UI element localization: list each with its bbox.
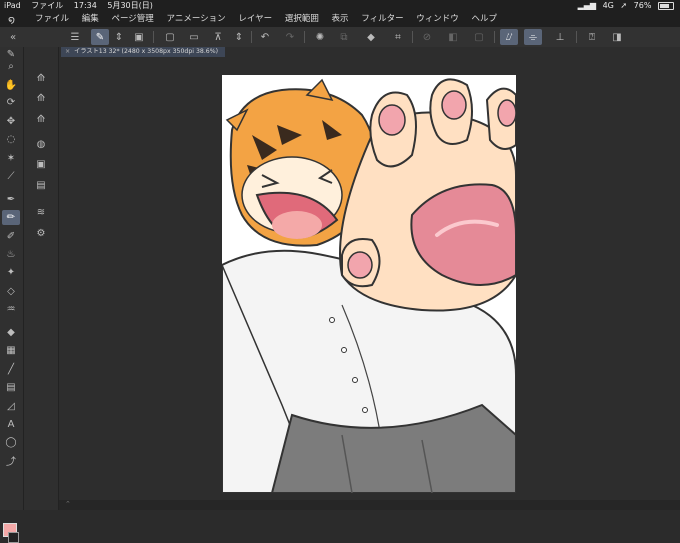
fill-bucket-icon[interactable]: ◆ bbox=[362, 29, 380, 45]
sub-tool-palette: ⟰ ⟰ ⟰ ◍ ▣ ▤ ≋ ⚙ bbox=[24, 47, 59, 510]
help-icon[interactable]: ⍰ bbox=[583, 29, 601, 45]
pen-icon[interactable]: ✒ bbox=[2, 192, 20, 207]
text-icon[interactable]: A bbox=[2, 417, 20, 432]
updown-icon[interactable]: ⇕ bbox=[110, 29, 128, 45]
tool-palette: ✎ ⌕ ✋ ⟳ ✥ ◌ ✶ ⟋ ✒ ✏ ✐ ♨ ✦ ◇ ♒ ◆ ▦ ╱ ▤ ◿ … bbox=[0, 47, 24, 543]
menu-view[interactable]: 表示 bbox=[332, 14, 349, 24]
edit-mode-icon[interactable]: ✎ bbox=[91, 29, 109, 45]
magic-wand-icon[interactable]: ✶ bbox=[2, 151, 20, 166]
redo-icon[interactable]: ↷ bbox=[281, 29, 299, 45]
layers-icon[interactable]: ≋ bbox=[32, 205, 50, 220]
gradient-icon[interactable]: ▦ bbox=[2, 343, 20, 358]
status-time: 17:34 bbox=[73, 1, 97, 10]
fill-icon[interactable]: ◆ bbox=[2, 325, 20, 340]
selection-border-icon[interactable]: ▢ bbox=[470, 29, 488, 45]
sub-pen-2-icon[interactable]: ⟰ bbox=[32, 91, 50, 106]
menu-filter[interactable]: フィルター bbox=[361, 14, 403, 24]
undo-icon[interactable]: ↶ bbox=[256, 29, 274, 45]
brush-icon[interactable]: ✐ bbox=[2, 229, 20, 244]
illustration bbox=[222, 78, 516, 493]
close-icon[interactable]: × bbox=[65, 48, 70, 55]
collapse-icon[interactable]: « bbox=[4, 29, 22, 45]
app-logo-icon[interactable]: ໑ bbox=[8, 12, 15, 27]
zoom-icon[interactable]: ⌕ bbox=[2, 59, 20, 74]
menu-window[interactable]: ウィンドウ bbox=[416, 14, 459, 24]
blend-icon[interactable]: ♒ bbox=[2, 302, 20, 317]
command-bar: « ☰ ✎ ⇕ ▣ ▢ ▭ ⊼ ⇕ ↶ ↷ ✺ ⧉ ◆ ⌗ ⊘ ◧ ▢ ⌰ ⌯ … bbox=[0, 27, 680, 48]
settings-icon[interactable]: ◨ bbox=[608, 29, 626, 45]
menu-bar: ໑ ファイル 編集 ページ管理 アニメーション レイヤー 選択範囲 表示 フィル… bbox=[0, 12, 680, 27]
copy-icon[interactable]: ⧉ bbox=[335, 29, 353, 45]
status-date: 5月30日(日) bbox=[107, 1, 153, 10]
fit-icon[interactable]: ▣ bbox=[130, 29, 148, 45]
status-signal: 4G bbox=[602, 1, 614, 10]
status-battery: 76% bbox=[633, 1, 652, 10]
layer-settings-icon[interactable]: ⚙ bbox=[32, 226, 50, 241]
status-app: ファイル bbox=[31, 1, 64, 10]
snap-ruler-icon[interactable]: ⌰ bbox=[500, 29, 518, 45]
document-tab-label: イラスト13 32* (2480 x 3508px 350dpi 38.6%) bbox=[74, 48, 219, 55]
sub-color-swatch[interactable] bbox=[8, 532, 19, 543]
save-icon[interactable]: ⊼ bbox=[209, 29, 227, 45]
menu-page[interactable]: ページ管理 bbox=[111, 14, 153, 24]
menu-file[interactable]: ファイル bbox=[35, 14, 69, 24]
eraser-icon[interactable]: ◇ bbox=[2, 284, 20, 299]
snap-grid-icon[interactable]: ⊥ bbox=[551, 29, 569, 45]
menu-layer[interactable]: レイヤー bbox=[238, 14, 272, 24]
sub-pen-6-icon[interactable]: ▤ bbox=[32, 178, 50, 193]
line-icon[interactable]: ╱ bbox=[2, 362, 20, 377]
ruler-icon[interactable]: ◿ bbox=[2, 399, 20, 414]
open-folder-icon[interactable]: ▭ bbox=[185, 29, 203, 45]
bottom-arrow-icon[interactable]: ⌃ bbox=[65, 500, 71, 508]
correct-line-icon[interactable]: ⤴ bbox=[2, 453, 20, 468]
balloon-icon[interactable]: ◯ bbox=[2, 435, 20, 450]
bottom-strip: ⌃ bbox=[59, 500, 680, 510]
sub-pen-4-icon[interactable]: ◍ bbox=[32, 137, 50, 152]
frame-icon[interactable]: ▤ bbox=[2, 380, 20, 395]
rotate-icon[interactable]: ⟳ bbox=[2, 95, 20, 110]
airbrush-icon[interactable]: ♨ bbox=[2, 247, 20, 262]
menu-icon[interactable]: ☰ bbox=[66, 29, 84, 45]
sub-pen-5-icon[interactable]: ▣ bbox=[32, 157, 50, 172]
updown-icon-2[interactable]: ⇕ bbox=[230, 29, 248, 45]
signal-icon: ▂▄▆ bbox=[577, 1, 597, 10]
move-icon[interactable]: ✥ bbox=[2, 114, 20, 129]
deselect-icon[interactable]: ⊘ bbox=[418, 29, 436, 45]
menu-selection[interactable]: 選択範囲 bbox=[285, 14, 319, 24]
loading-icon[interactable]: ✺ bbox=[311, 29, 329, 45]
decoration-icon[interactable]: ✦ bbox=[2, 265, 20, 280]
sub-pen-1-icon[interactable]: ⟰ bbox=[32, 71, 50, 86]
eyedropper-icon[interactable]: ⟋ bbox=[2, 169, 20, 184]
menu-animation[interactable]: アニメーション bbox=[166, 14, 225, 24]
status-ipad: iPad bbox=[4, 1, 21, 10]
menu-help[interactable]: ヘルプ bbox=[472, 14, 498, 24]
pencil-icon[interactable]: ✏ bbox=[2, 210, 20, 225]
canvas-area: × イラスト13 32* (2480 x 3508px 350dpi 38.6%… bbox=[59, 47, 680, 510]
sub-pen-3-icon[interactable]: ⟰ bbox=[32, 112, 50, 127]
transform-icon[interactable]: ⌗ bbox=[389, 29, 407, 45]
battery-icon bbox=[658, 1, 674, 10]
hand-icon[interactable]: ✋ bbox=[2, 78, 20, 93]
location-icon: ➚ bbox=[620, 1, 628, 10]
new-file-icon[interactable]: ▢ bbox=[161, 29, 179, 45]
lasso-select-icon[interactable]: ◌ bbox=[2, 132, 20, 147]
drawing-canvas[interactable] bbox=[222, 75, 516, 493]
status-bar: iPad ファイル 17:34 5月30日(日) ▂▄▆ 4G ➚ 76% bbox=[0, 0, 680, 12]
snap-special-ruler-icon[interactable]: ⌯ bbox=[524, 29, 542, 45]
menu-edit[interactable]: 編集 bbox=[82, 14, 99, 24]
document-tab[interactable]: × イラスト13 32* (2480 x 3508px 350dpi 38.6%… bbox=[61, 47, 225, 57]
invert-selection-icon[interactable]: ◧ bbox=[444, 29, 462, 45]
